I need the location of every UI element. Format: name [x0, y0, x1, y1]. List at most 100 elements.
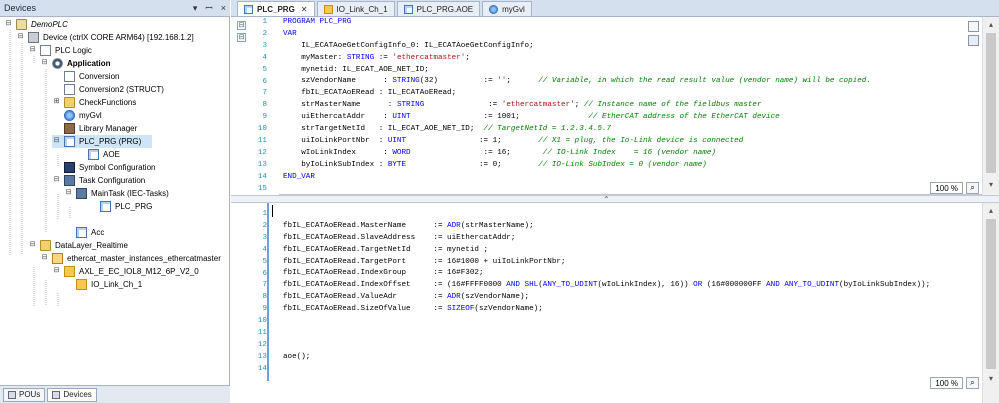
tree-node-axl-module[interactable]: ⊟ AXL_E_EC_IOL8_M12_6P_V2_0 — [52, 265, 199, 278]
code-line[interactable]: VAR — [283, 29, 973, 41]
tree-node-io-link-ch1[interactable]: IO_Link_Ch_1 — [76, 278, 142, 291]
code-line[interactable]: fbIL_ECATAoERead.TargetNetId := mynetid … — [283, 245, 983, 257]
code-line[interactable] — [283, 328, 983, 340]
code-token: fbIL_ECATAoERead.IndexOffset := (16#FFFF… — [283, 281, 507, 290]
tab-io-link-ch1[interactable]: IO_Link_Ch_1 — [316, 1, 395, 16]
implementation-editor[interactable]: 1 2 3 4 5 6 7 8 9 10 11 12 13 14 fbIL_ECATAoERead.Mas… — [231, 203, 999, 403]
panel-close-button[interactable]: × — [221, 0, 226, 17]
tree-node-library-manager[interactable]: Library Manager — [64, 122, 137, 135]
tree-node-symbol-configuration[interactable]: Symbol Configuration — [64, 161, 155, 174]
magnifier-icon[interactable]: ⌕ — [966, 376, 979, 389]
tree-node-datalayer-realtime[interactable]: ⊟ DataLayer_Realtime — [28, 239, 128, 252]
code-line[interactable]: szVendorName : STRING(32) := ''; // Vari… — [283, 76, 973, 88]
collapse-icon[interactable]: ⊟ — [28, 46, 37, 55]
code-line[interactable] — [283, 364, 983, 376]
scroll-down-icon[interactable]: ▾ — [985, 373, 997, 385]
code-token: wIoLinkIndex : — [283, 148, 393, 157]
code-line[interactable]: fbIL_ECATAoERead.ValueAdr := ADR(szVendo… — [283, 292, 983, 304]
code-line[interactable] — [283, 316, 983, 328]
tree-node-ethercat-master[interactable]: ⊟ ethercat_master_instances_ethercatmast… — [40, 252, 221, 265]
collapse-icon[interactable]: ⊟ — [52, 267, 61, 276]
collapse-icon[interactable]: ⊟ — [16, 33, 25, 42]
code-line[interactable]: IL_ECATAoeGetConfigInfo_0: IL_ECATAoeGet… — [283, 41, 973, 53]
code-line[interactable]: strTargetNetId : IL_ECAT_AOE_NET_ID; // … — [283, 124, 973, 136]
collapse-icon[interactable]: ⊟ — [52, 176, 61, 185]
tree-node-conversion[interactable]: Conversion — [64, 70, 119, 83]
code-line[interactable]: END_VAR — [283, 172, 973, 182]
collapse-icon[interactable]: ⊟ — [40, 59, 49, 68]
panel-pin-button[interactable]: ꟷ — [205, 0, 212, 17]
scroll-down-icon[interactable]: ▾ — [985, 179, 997, 191]
tabular-view-icon[interactable] — [968, 35, 979, 46]
editor-splitter[interactable]: ⌃ — [231, 195, 999, 204]
scroll-thumb[interactable] — [986, 33, 996, 173]
close-icon[interactable]: ✕ — [301, 5, 308, 14]
zoom-level[interactable]: 100 % — [930, 376, 963, 389]
declaration-scrollbar[interactable]: ▴ ▾ — [982, 17, 999, 195]
tab-label: IO_Link_Ch_1 — [336, 4, 388, 14]
collapse-icon[interactable]: ⊟ — [52, 137, 61, 146]
tab-plc-prg[interactable]: PLC_PRG ✕ — [237, 1, 315, 16]
expand-icon[interactable]: ⊞ — [52, 98, 61, 107]
code-token: '' — [497, 77, 507, 86]
tab-devices[interactable]: Devices — [47, 387, 97, 402]
io-link-channel-icon — [323, 4, 333, 14]
tab-pous[interactable]: POUs — [3, 387, 46, 402]
collapse-icon[interactable]: ⊟ — [4, 20, 13, 29]
zoom-level[interactable]: 100 % — [930, 181, 963, 194]
tree-node-conversion2[interactable]: Conversion2 (STRUCT) — [64, 83, 164, 96]
code-line[interactable]: strMasterName : STRING := 'ethercatmaste… — [283, 100, 973, 112]
action-icon — [88, 149, 99, 160]
code-line[interactable]: mynetid: IL_ECAT_AOE_NET_ID; — [283, 65, 973, 77]
declaration-code[interactable]: PROGRAM PLC_PRG VAR IL_ECATAoeGetConfigIn… — [283, 17, 973, 182]
collapse-icon[interactable]: ⊟ — [28, 241, 37, 250]
code-line[interactable] — [283, 340, 983, 352]
code-line[interactable]: myMaster: STRING := 'ethercatmaster'; — [283, 53, 973, 65]
tree-node-task-configuration[interactable]: ⊟ Task Configuration — [52, 174, 145, 187]
tree-node-demoplc[interactable]: ⊟ DemoPLC — [4, 18, 68, 31]
code-line[interactable]: byIoLinkSubIndex : BYTE := 0; // IO-Link… — [283, 160, 973, 172]
tree-node-plc-prg-call[interactable]: PLC_PRG — [100, 200, 152, 213]
implementation-code[interactable]: fbIL_ECATAoERead.MasterName := ADR(strMa… — [283, 209, 983, 379]
code-line[interactable]: fbIL_ECATAoERead.IndexGroup := 16#F302; — [283, 268, 983, 280]
code-token: := 0; — [406, 160, 539, 169]
scroll-thumb[interactable] — [986, 219, 996, 369]
tab-mygvl[interactable]: myGvl — [482, 1, 532, 16]
tree-node-plc-logic[interactable]: ⊟ PLC Logic — [28, 44, 92, 57]
tree-node-acc[interactable]: Acc — [76, 226, 104, 239]
implementation-line-numbers: 1 2 3 4 5 6 7 8 9 10 11 12 13 14 — [231, 203, 267, 403]
code-token: (32) := — [419, 77, 498, 86]
tree-node-application[interactable]: ⊟ Application — [40, 57, 111, 70]
code-line[interactable]: fbIL_ECATAoERead : IL_ECATAoERead; — [283, 88, 973, 100]
code-line[interactable]: fbIL_ECATAoERead.MasterName := ADR(strMa… — [283, 221, 983, 233]
code-line[interactable]: uiEthercatAddr : UINT := 1001; // EtherC… — [283, 112, 973, 124]
code-line[interactable]: PROGRAM PLC_PRG — [283, 17, 973, 29]
tree-node-maintask[interactable]: ⊟ MainTask (IEC-Tasks) — [64, 187, 169, 200]
tree-node-device[interactable]: ⊟ Device (ctrlX CORE ARM64) [192.168.1.2… — [16, 31, 194, 44]
collapse-icon[interactable]: ⊟ — [64, 189, 73, 198]
code-line[interactable] — [283, 209, 983, 221]
magnifier-icon[interactable]: ⌕ — [966, 181, 979, 194]
declaration-editor[interactable]: ⊟ ⊟ 1 2 3 4 5 6 7 8 9 10 11 12 13 14 15 PROGRAM PLC_PR… — [231, 17, 999, 195]
panel-menu-button[interactable]: ▾ — [193, 0, 198, 17]
code-line[interactable]: fbIL_ECATAoERead.SizeOfValue := SIZEOF(s… — [283, 304, 983, 316]
code-line[interactable]: fbIL_ECATAoERead.IndexOffset := (16#FFFF… — [283, 280, 983, 292]
tree-node-plc-prg[interactable]: ⊟ PLC_PRG (PRG) — [52, 135, 152, 148]
implementation-scrollbar[interactable]: ▴ ▾ — [982, 203, 999, 403]
tree-node-aoe[interactable]: AOE — [88, 148, 120, 161]
code-line[interactable]: uiIoLinkPortNbr : UINT := 1; // X1 = plu… — [283, 136, 973, 148]
collapse-icon[interactable]: ⊟ — [40, 254, 49, 263]
scroll-up-icon[interactable]: ▴ — [985, 205, 997, 217]
code-line[interactable]: wIoLinkIndex : WORD := 16; // IO-Link In… — [283, 148, 973, 160]
code-token: fbIL_ECATAoERead.SizeOfValue := — [283, 305, 448, 314]
scroll-up-icon[interactable]: ▴ — [985, 19, 997, 31]
code-line[interactable]: aoe(); — [283, 352, 983, 364]
code-token: fbIL_ECATAoERead.TargetNetId := mynetid … — [283, 245, 489, 254]
code-line[interactable]: fbIL_ECATAoERead.TargetPort := 16#1000 +… — [283, 257, 983, 269]
tab-plc-prg-aoe[interactable]: PLC_PRG.AOE — [396, 1, 481, 16]
tree-node-checkfunctions[interactable]: ⊞ CheckFunctions — [52, 96, 136, 109]
listing-view-icon[interactable] — [968, 21, 979, 32]
code-line[interactable]: fbIL_ECATAoERead.SlaveAddress := uiEther… — [283, 233, 983, 245]
splitter-grip-icon[interactable]: ⌃ — [603, 196, 610, 204]
tree-node-mygvl[interactable]: myGvl — [64, 109, 102, 122]
